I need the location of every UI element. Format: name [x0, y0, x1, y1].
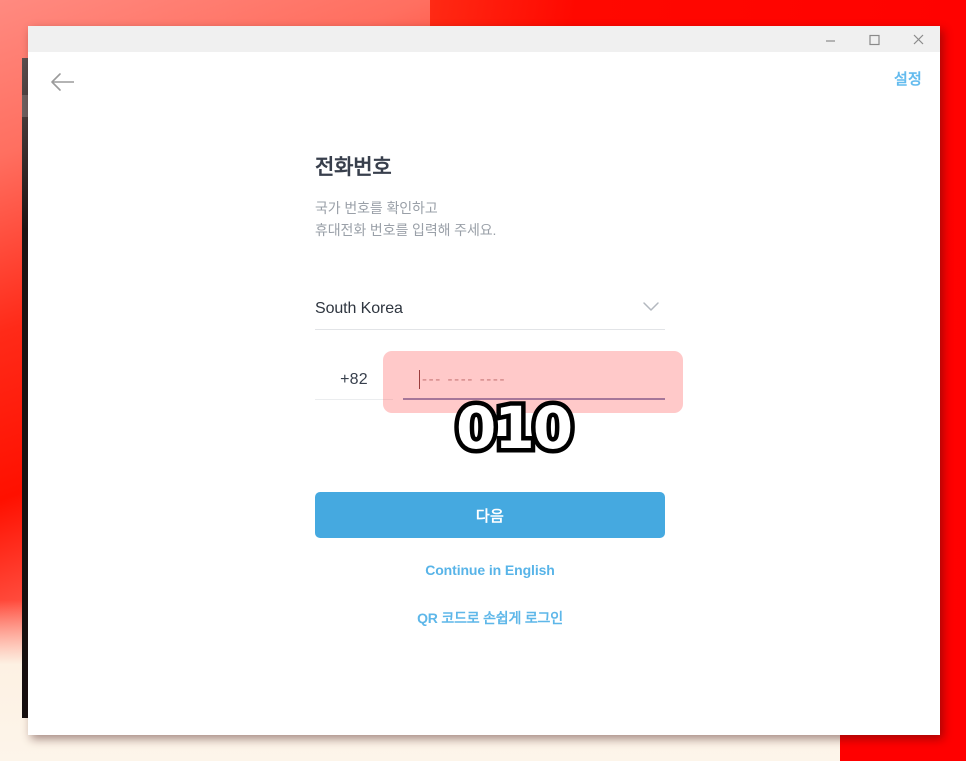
minimize-button[interactable] — [808, 26, 852, 52]
phone-number-row: +82 --- ---- ---- — [315, 356, 665, 400]
dial-code-value: +82 — [340, 370, 368, 388]
minimize-icon — [825, 39, 835, 42]
chevron-down-icon — [641, 300, 661, 319]
phone-number-placeholder: --- ---- ---- — [422, 370, 507, 388]
country-select[interactable]: South Korea — [315, 289, 665, 330]
maximize-button[interactable] — [852, 26, 896, 52]
phone-number-input[interactable]: --- ---- ---- — [403, 360, 665, 400]
submit-button[interactable]: 다음 — [315, 492, 665, 538]
app-window: 설정 전화번호 국가 번호를 확인하고 휴대전화 번호를 입력해 주세요. So… — [28, 26, 940, 735]
close-button[interactable] — [896, 26, 940, 52]
form-subtitle-line-2: 휴대전화 번호를 입력해 주세요. — [315, 222, 497, 238]
page-title: 전화번호 — [315, 156, 392, 179]
title-bar[interactable] — [28, 26, 940, 52]
text-caret — [419, 369, 420, 389]
dial-code-field[interactable]: +82 — [315, 360, 393, 400]
maximize-icon — [868, 34, 880, 45]
app-nav-bar: 설정 — [28, 52, 940, 110]
settings-link[interactable]: 설정 — [894, 68, 922, 89]
country-select-value: South Korea — [315, 300, 403, 317]
form-subtitle-line-1: 국가 번호를 확인하고 — [315, 200, 438, 216]
continue-in-english-link[interactable]: Continue in English — [315, 562, 665, 578]
close-icon — [913, 34, 923, 44]
back-button[interactable] — [44, 66, 82, 98]
qr-login-link[interactable]: QR 코드로 손쉽게 로그인 — [315, 608, 665, 628]
phone-number-form: 전화번호 국가 번호를 확인하고 휴대전화 번호를 입력해 주세요. South… — [315, 151, 665, 400]
arrow-left-icon — [51, 73, 74, 91]
